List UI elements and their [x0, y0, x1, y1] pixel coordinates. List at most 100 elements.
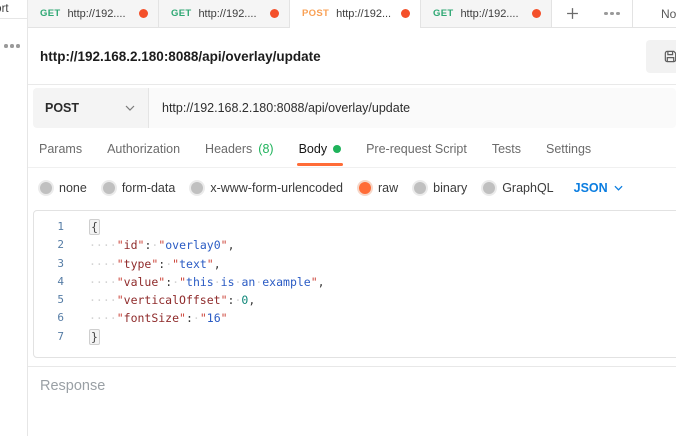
tab-url-label: http://192.... — [67, 8, 132, 20]
green-dot-icon — [333, 145, 341, 153]
tab-url-label: http://192.... — [198, 8, 263, 20]
token-key: value — [124, 275, 159, 289]
token-space: · — [214, 275, 221, 289]
code-content: { — [89, 218, 100, 236]
request-config-tabs: Params Authorization Headers(8) Body Pre-req… — [28, 130, 676, 168]
token-quote: " — [221, 311, 228, 325]
radio-icon — [483, 182, 495, 194]
raw-body-editor[interactable]: 1{2····"id":·"overlay0",3····"type":·"te… — [33, 210, 676, 358]
token-string: an — [241, 275, 255, 289]
chevron-down-icon — [125, 105, 135, 111]
token-punct: , — [318, 275, 325, 289]
tab-authorization[interactable]: Authorization — [107, 130, 180, 167]
token-space: ···· — [89, 238, 117, 252]
token-punct: : — [186, 311, 193, 325]
token-space: ···· — [89, 293, 117, 307]
import-label: Import — [0, 3, 9, 15]
token-punct: , — [228, 238, 235, 252]
method-label: POST — [45, 101, 79, 115]
tab-label: Settings — [546, 142, 591, 156]
body-type-none[interactable]: none — [40, 181, 87, 195]
radio-icon — [40, 182, 52, 194]
token-string: overlay0 — [165, 238, 220, 252]
body-type-x-www-form-urlencoded[interactable]: x-www-form-urlencoded — [191, 181, 343, 195]
code-line: 2····"id":·"overlay0", — [34, 236, 676, 254]
unsaved-dot-icon — [270, 9, 279, 18]
token-space: ···· — [89, 257, 117, 271]
tab-tests[interactable]: Tests — [492, 130, 521, 167]
line-number: 3 — [34, 255, 64, 273]
body-type-label: binary — [433, 181, 467, 195]
code-content: ····"verticalOffset":·0, — [89, 291, 255, 309]
request-tab[interactable]: GEThttp://192.... — [28, 0, 159, 27]
code-content: ····"type":·"text", — [89, 255, 221, 273]
language-selector[interactable]: JSON — [574, 181, 623, 195]
code-line: 6····"fontSize":·"16" — [34, 309, 676, 327]
main-panel: GET http://192.... GET http://192.... POST ht… — [28, 0, 676, 436]
body-type-GraphQL[interactable]: GraphQL — [483, 181, 553, 195]
token-quote: " — [221, 293, 228, 307]
method-label: GET — [171, 8, 191, 19]
url-input[interactable]: http://192.168.2.180:8088/api/overlay/up… — [149, 88, 676, 128]
request-tab[interactable]: POST http://192... — [290, 0, 421, 27]
tab-options-button[interactable] — [592, 0, 632, 27]
tab-url-label: http://192... — [336, 8, 394, 20]
save-button[interactable] — [646, 40, 676, 73]
tab-settings[interactable]: Settings — [546, 130, 591, 167]
token-string: example — [262, 275, 310, 289]
body-type-form-data[interactable]: form-data — [103, 181, 176, 195]
body-type-raw[interactable]: raw — [359, 181, 398, 195]
tab-body[interactable]: Body — [299, 130, 342, 167]
code-line: 3····"type":·"text", — [34, 255, 676, 273]
tab-label: Params — [39, 142, 82, 156]
token-punct: , — [214, 257, 221, 271]
token-brace: } — [89, 329, 100, 345]
token-key: id — [124, 238, 138, 252]
response-title: Response — [40, 378, 105, 394]
token-string: text — [179, 257, 207, 271]
token-quote: " — [117, 275, 124, 289]
request-tab[interactable]: GET http://192.... — [421, 0, 552, 27]
unsaved-dot-icon — [139, 9, 148, 18]
body-type-binary[interactable]: binary — [414, 181, 467, 195]
tab-label: Tests — [492, 142, 521, 156]
token-key: verticalOffset — [124, 293, 221, 307]
token-quote: " — [179, 311, 186, 325]
method-label: GET — [433, 8, 453, 19]
chevron-down-icon — [614, 185, 623, 191]
method-label: POST — [302, 8, 329, 19]
line-number: 4 — [34, 273, 64, 291]
body-type-label: none — [59, 181, 87, 195]
environment-selector[interactable]: No Environment — [632, 0, 676, 27]
plus-icon — [566, 7, 579, 20]
token-quote: " — [221, 238, 228, 252]
kebab-horizontal-icon — [604, 12, 620, 16]
unsaved-dot-icon — [532, 9, 541, 18]
tab-label: Headers — [205, 142, 252, 156]
radio-icon — [414, 182, 426, 194]
token-string: is — [221, 275, 235, 289]
line-number: 1 — [34, 218, 64, 236]
tab-headers[interactable]: Headers(8) — [205, 130, 274, 167]
code-content: ····"value":·"this·is·an·example", — [89, 273, 325, 291]
token-quote: " — [207, 257, 214, 271]
token-punct: , — [248, 293, 255, 307]
unsaved-dot-icon — [401, 9, 410, 18]
new-tab-button[interactable] — [552, 0, 592, 27]
import-button[interactable]: Import — [0, 0, 27, 19]
request-tab[interactable]: GET http://192.... — [159, 0, 290, 27]
token-brace: { — [89, 219, 100, 235]
tab-pre-request-script[interactable]: Pre-request Script — [366, 130, 467, 167]
line-number: 2 — [34, 236, 64, 254]
body-type-row: none form-data x-www-form-urlencoded raw bin… — [28, 168, 676, 208]
response-section: Response — [28, 366, 676, 395]
token-quote: " — [117, 311, 124, 325]
kebab-horizontal-icon[interactable] — [4, 44, 20, 48]
code-line: 7} — [34, 328, 676, 346]
code-content: ····"fontSize":·"16" — [89, 309, 228, 327]
language-label: JSON — [574, 181, 608, 195]
tab-label: Authorization — [107, 142, 180, 156]
tab-url-label: http://192.... — [460, 8, 525, 20]
method-selector[interactable]: POST — [33, 88, 149, 128]
tab-params[interactable]: Params — [39, 130, 82, 167]
